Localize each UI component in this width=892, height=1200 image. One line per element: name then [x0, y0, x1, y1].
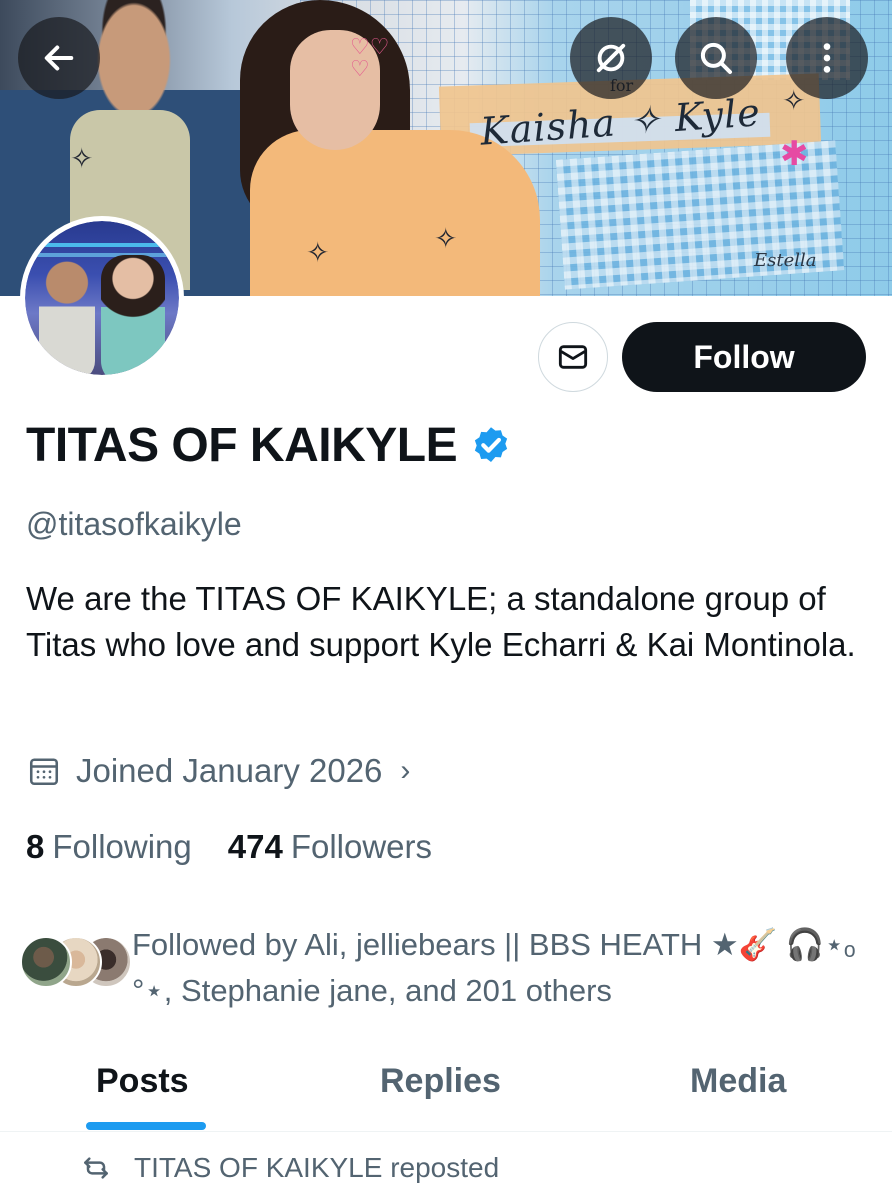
- search-button[interactable]: [675, 17, 757, 99]
- flower-icon: ✱: [780, 135, 809, 173]
- sparkle-icon: ✧: [306, 237, 330, 268]
- following-link[interactable]: 8 Following: [26, 828, 192, 866]
- followers-link[interactable]: 474 Followers: [228, 828, 432, 866]
- more-options-button[interactable]: [786, 17, 868, 99]
- profile-handle: @titasofkaikyle: [26, 506, 242, 542]
- following-label: Following: [52, 828, 192, 865]
- follow-button[interactable]: Follow: [622, 322, 866, 392]
- display-name: TITAS OF KAIKYLE: [26, 419, 458, 472]
- profile-tabs: Posts Replies Media: [0, 1050, 892, 1132]
- repost-text: TITAS OF KAIKYLE reposted: [134, 1152, 500, 1183]
- grok-icon: [596, 43, 626, 73]
- tab-replies[interactable]: Replies: [380, 1062, 501, 1101]
- back-button[interactable]: [18, 17, 100, 99]
- profile-bio: We are the TITAS OF KAIKYLE; a standalon…: [26, 580, 856, 663]
- followed-by-avatars[interactable]: [20, 936, 132, 992]
- calendar-icon: [29, 758, 59, 786]
- message-button[interactable]: [538, 322, 608, 392]
- verified-badge-icon[interactable]: [469, 424, 513, 468]
- arrow-left-icon: [44, 45, 74, 71]
- followers-label: Followers: [290, 828, 433, 865]
- tab-media[interactable]: Media: [690, 1062, 786, 1101]
- avatar-image: [25, 221, 179, 375]
- chevron-right-icon: ›: [400, 754, 411, 787]
- repost-icon: [84, 1157, 108, 1179]
- followers-count: 474: [227, 828, 283, 865]
- active-tab-indicator: [86, 1122, 206, 1130]
- sparkle-icon: ✧: [434, 223, 458, 254]
- display-name-row: TITAS OF KAIKYLE: [26, 418, 513, 473]
- profile-avatar[interactable]: [20, 216, 184, 380]
- search-icon: [700, 42, 733, 75]
- tab-posts[interactable]: Posts: [96, 1062, 189, 1101]
- more-vertical-icon: [823, 43, 831, 73]
- repost-indicator[interactable]: TITAS OF KAIKYLE reposted: [80, 1152, 499, 1184]
- joined-date: Joined January 2026: [76, 752, 383, 789]
- grok-button[interactable]: [570, 17, 652, 99]
- envelope-icon: [558, 345, 588, 369]
- follow-stats: 8 Following 474 Followers: [26, 828, 432, 866]
- banner-signature: Estella: [754, 250, 817, 271]
- banner-hearts: ♡♡ ♡: [350, 34, 390, 81]
- followed-by-text[interactable]: Followed by Ali, jelliebears || BBS HEAT…: [132, 922, 872, 1014]
- sparkle-icon: ✧: [70, 143, 94, 174]
- avatar: [20, 936, 72, 988]
- following-count: 8: [26, 828, 45, 865]
- joined-date-row[interactable]: Joined January 2026 ›: [26, 752, 410, 790]
